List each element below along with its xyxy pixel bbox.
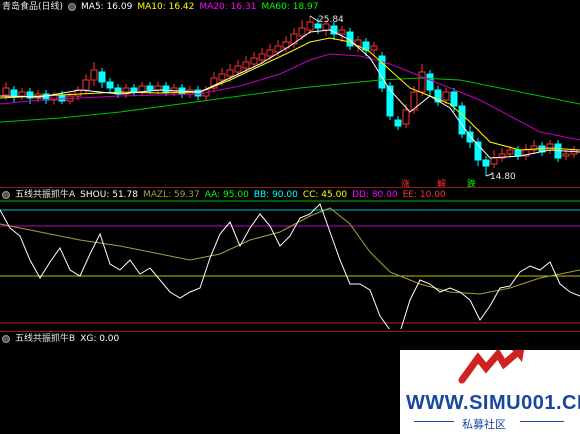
candle-body [274, 45, 282, 53]
candle-body [234, 65, 242, 73]
candle-body [442, 91, 450, 101]
ma10-value: MA10: 16.42 [137, 2, 195, 12]
candle-body [290, 33, 298, 45]
candle-body [562, 153, 570, 157]
ma5-value: MA5: 16.09 [81, 2, 133, 12]
candle-body [162, 85, 170, 93]
indicator-toggle-icon[interactable] [2, 335, 10, 343]
indicator-a-name: 五线共振抓牛A [15, 190, 76, 200]
low-price-label: 14.80 [490, 172, 516, 182]
candle-body [194, 89, 202, 97]
watermark-rule-left [414, 421, 454, 422]
high-price-pointer [309, 15, 319, 22]
candle-body [154, 85, 162, 91]
candle-body [298, 27, 306, 37]
candle-body [394, 119, 402, 127]
mazl-value: MAZL: 59.37 [142, 190, 200, 200]
candle-body [146, 85, 154, 91]
candle-body [250, 57, 258, 65]
candle-body [2, 87, 10, 96]
candle-body [10, 89, 18, 97]
ma10-line [0, 37, 580, 151]
candle-body [458, 105, 466, 135]
candle-body [98, 71, 106, 83]
bb-value: BB: 90.00 [253, 190, 298, 200]
watermark: WWW.SIMU001.CN 私募社区 [400, 350, 580, 434]
candle-body [170, 87, 178, 93]
high-price-label: 25.84 [318, 15, 344, 25]
candle-body [418, 71, 426, 93]
candle-body [258, 53, 266, 61]
candle-body [130, 87, 138, 93]
candle-body [306, 21, 314, 31]
indicator-toggle-icon[interactable] [2, 191, 10, 199]
indicator-a-header: 五线共振抓牛A SHOU: 51.78 MAZL: 59.37 AA: 95.0… [2, 189, 446, 201]
candle-body [338, 29, 346, 35]
ma20-value: MA20: 16.31 [199, 2, 257, 12]
indicator-b-header: 五线共振抓牛B XG: 0.00 [2, 333, 119, 345]
watermark-url: WWW.SIMU001.CN [406, 392, 580, 414]
main-chart-panel[interactable]: 青岛食品(日线) MA5: 16.09 MA10: 16.42 MA20: 16… [0, 0, 580, 190]
candle-body [402, 109, 410, 125]
aa-value: AA: 95.00 [204, 190, 249, 200]
ee-value: EE: 10.00 [402, 190, 446, 200]
candle-body [514, 149, 522, 157]
shou-value: SHOU: 51.78 [80, 190, 138, 200]
watermark-rule-right [520, 421, 564, 422]
candle-body [450, 91, 458, 107]
mazl-line [0, 207, 580, 295]
candle-body [426, 73, 434, 91]
ma20-line [0, 53, 580, 141]
candle-body [18, 91, 26, 97]
dd-value: DD: 80.00 [352, 190, 398, 200]
shou-line [0, 203, 580, 329]
watermark-sub: 私募社区 [462, 418, 506, 431]
candle-body [482, 159, 490, 167]
candle-body [226, 69, 234, 77]
candle-body [82, 79, 90, 91]
chart-title: 青岛食品(日线) [2, 2, 64, 12]
candle-body [490, 157, 498, 165]
main-chart-header: 青岛食品(日线) MA5: 16.09 MA10: 16.42 MA20: 16… [2, 1, 318, 13]
candle-body [546, 143, 554, 151]
ma60-value: MA60: 18.97 [261, 2, 319, 12]
indicator-a-chart[interactable] [0, 188, 580, 329]
candle-body [242, 61, 250, 69]
candle-body [506, 149, 514, 155]
candle-body [370, 45, 378, 51]
candlestick-chart[interactable] [0, 0, 580, 187]
candle-body [218, 73, 226, 81]
candle-body [90, 69, 98, 81]
candle-body [58, 94, 66, 102]
cc-value: CC: 45.00 [302, 190, 348, 200]
indicator-toggle-icon[interactable] [68, 3, 77, 11]
indicator-b-name: 五线共振抓牛B [15, 334, 76, 344]
candle-body [106, 81, 114, 89]
xg-value: XG: 0.00 [80, 334, 120, 344]
candle-body [266, 49, 274, 57]
indicator-a-panel[interactable]: 五线共振抓牛A SHOU: 51.78 MAZL: 59.37 AA: 95.0… [0, 188, 580, 329]
